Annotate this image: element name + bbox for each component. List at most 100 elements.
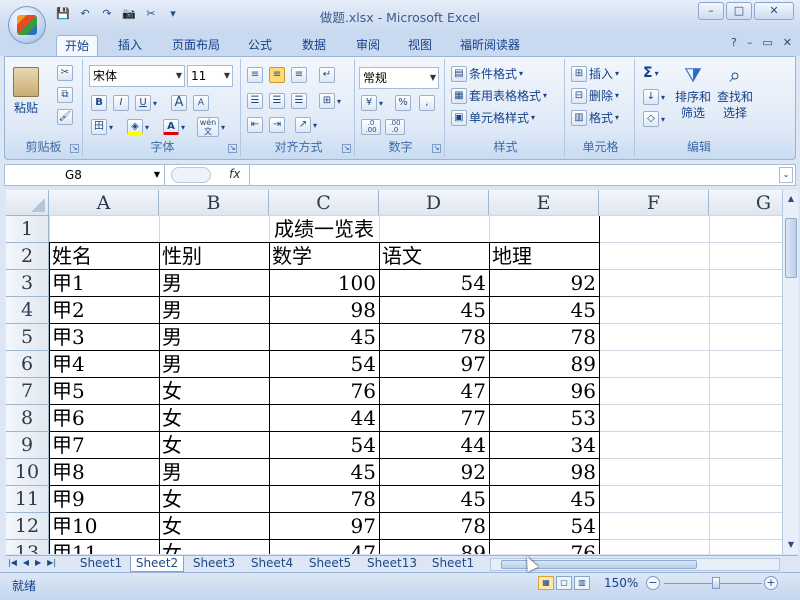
sheet-tab-sheet2[interactable]: Sheet2 [130,556,184,572]
data-cell[interactable]: 47 [269,540,379,554]
sheet-tab-sheet4[interactable]: Sheet4 [244,556,300,572]
doc-restore-button[interactable]: ▭ [762,36,772,49]
data-cell[interactable]: 45 [269,324,379,351]
data-cell[interactable]: 77 [379,405,489,432]
select-all-button[interactable] [6,190,49,216]
column-header[interactable]: F [599,190,709,216]
wrap-text-button[interactable]: ↵ [319,67,335,83]
column-header[interactable]: D [379,190,489,216]
data-cell[interactable]: 98 [489,459,599,486]
row-header[interactable]: 1 [6,216,49,243]
data-cell[interactable]: 97 [269,513,379,540]
data-cell[interactable]: 78 [489,324,599,351]
sheet-tab-sheet13[interactable]: Sheet13 [360,556,424,572]
data-cell[interactable]: 男 [159,297,269,324]
sheet-title-cell[interactable]: 成绩一览表 [49,216,599,243]
data-cell[interactable]: 96 [489,378,599,405]
copy-button[interactable]: ⧉ [57,87,73,103]
sheet-tab-sheet1[interactable]: Sheet1 [74,556,128,572]
clipboard-launcher-icon[interactable]: ↘ [70,144,79,153]
find-select-button[interactable]: ⌕ 查找和 选择 [717,63,753,121]
data-cell[interactable]: 甲11 [49,540,159,554]
sheet-tab-sheet1-copy[interactable]: Sheet1 [426,556,480,572]
format-painter-button[interactable]: 🖌 [57,109,73,125]
increase-indent-button[interactable]: ⇥ [269,117,285,133]
autosum-button[interactable]: Σ ▾ [643,65,659,81]
data-cell[interactable]: 甲9 [49,486,159,513]
data-cell[interactable]: 甲5 [49,378,159,405]
merge-center-button[interactable]: ⊞ ▾ [319,93,341,109]
data-cell[interactable]: 97 [379,351,489,378]
cut-button[interactable]: ✂ [57,65,73,81]
next-sheet-icon[interactable]: ▶ [35,558,41,567]
data-cell[interactable]: 89 [489,351,599,378]
data-cell[interactable]: 女 [159,486,269,513]
minimize-button[interactable]: – [698,2,724,20]
prev-sheet-icon[interactable]: ◀ [23,558,29,567]
row-header[interactable]: 7 [6,378,49,405]
align-left-button[interactable]: ☰ [247,93,263,109]
data-cell[interactable]: 甲10 [49,513,159,540]
number-format-combo[interactable]: 常规 ▼ [359,67,439,89]
worksheet-grid[interactable]: A B C D E F G 1 2 3 4 5 6 7 8 9 10 11 12 13 成绩一览表 姓名 性别 数学 语文 地理甲… [6,190,782,554]
data-cell[interactable]: 44 [379,432,489,459]
decrease-decimal-button[interactable]: .00 .0 [385,119,405,135]
sort-filter-button[interactable]: ⧩ 排序和 筛选 [675,63,711,121]
font-name-combo[interactable]: 宋体 ▼ [89,65,185,87]
data-cell[interactable]: 45 [379,297,489,324]
row-header[interactable]: 11 [6,486,49,513]
align-bottom-button[interactable]: ≡ [291,67,307,83]
bold-button[interactable]: B [91,95,107,111]
column-header[interactable]: A [49,190,159,216]
doc-close-button[interactable]: ✕ [783,36,792,49]
data-cell[interactable]: 76 [489,540,599,554]
zoom-level[interactable]: 150% [604,576,638,590]
last-sheet-icon[interactable]: ▶| [47,558,56,567]
vertical-scrollbar[interactable]: ▲ ▼ [782,190,798,554]
column-header[interactable]: C [269,190,379,216]
restore-button[interactable]: □ [726,2,752,20]
data-cell[interactable]: 女 [159,540,269,554]
align-right-button[interactable]: ☰ [291,93,307,109]
alignment-launcher-icon[interactable]: ↘ [342,144,351,153]
font-size-combo[interactable]: 11 ▼ [187,65,233,87]
row-header[interactable]: 2 [6,243,49,270]
border-button[interactable]: 田 ▾ [91,119,113,135]
data-cell[interactable]: 甲4 [49,351,159,378]
font-color-button[interactable]: A ▾ [163,119,185,135]
increase-decimal-button[interactable]: .0 .00 [361,119,381,135]
scroll-up-icon[interactable]: ▲ [784,192,798,206]
data-cell[interactable]: 53 [489,405,599,432]
insert-function-icon[interactable]: fx [229,167,240,181]
data-cell[interactable]: 甲7 [49,432,159,459]
accounting-format-button[interactable]: ¥ ▾ [361,95,383,111]
data-cell[interactable]: 45 [489,486,599,513]
help-icon[interactable]: ? [731,36,737,49]
fill-color-button[interactable]: ◈ ▾ [127,119,149,135]
expand-formula-bar-icon[interactable]: ⌄ [779,167,793,183]
formula-input[interactable] [249,165,779,185]
data-cell[interactable]: 78 [269,486,379,513]
row-header[interactable]: 8 [6,405,49,432]
row-header[interactable]: 6 [6,351,49,378]
italic-button[interactable]: I [113,95,129,111]
row-header[interactable]: 3 [6,270,49,297]
format-as-table-button[interactable]: ▦ 套用表格格式 ▾ [451,87,547,104]
vertical-scroll-thumb[interactable] [785,218,797,278]
font-launcher-icon[interactable]: ↘ [228,144,237,153]
normal-view-icon[interactable]: ▦ [538,576,554,590]
data-cell[interactable]: 34 [489,432,599,459]
underline-button[interactable]: U ▾ [135,95,157,111]
grow-font-button[interactable]: A [171,95,187,111]
data-cell[interactable]: 甲8 [49,459,159,486]
row-header[interactable]: 4 [6,297,49,324]
row-header[interactable]: 10 [6,459,49,486]
fill-button[interactable]: ↓ ▾ [643,89,665,105]
data-cell[interactable]: 92 [489,270,599,297]
data-cell[interactable]: 女 [159,405,269,432]
zoom-out-icon[interactable]: − [646,576,660,590]
doc-minimize-button[interactable]: – [747,36,753,49]
header-cell[interactable]: 数学 [269,243,379,270]
scroll-down-icon[interactable]: ▼ [784,538,798,552]
cell-styles-button[interactable]: ▣ 单元格样式 ▾ [451,109,535,126]
